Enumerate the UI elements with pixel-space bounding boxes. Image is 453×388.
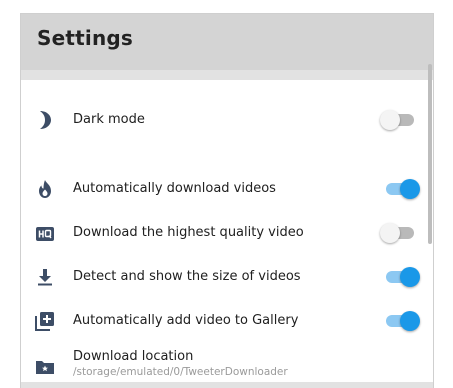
- toggle-thumb: [400, 311, 420, 331]
- app-bar: Settings: [21, 14, 433, 70]
- section-divider: [21, 70, 433, 80]
- dark-mode-toggle[interactable]: [380, 109, 420, 131]
- setting-label: Dark mode: [73, 112, 145, 127]
- toggle-thumb: [400, 179, 420, 199]
- toggle-thumb: [380, 223, 400, 243]
- page-title: Settings: [37, 26, 134, 50]
- setting-auto-download[interactable]: Automatically download videos: [21, 168, 433, 212]
- settings-list: Dark mode Automatically download videos: [21, 80, 433, 382]
- setting-add-to-gallery[interactable]: Automatically add video to Gallery: [21, 300, 433, 344]
- settings-panel: Settings Dark mode Automatically downloa…: [21, 14, 433, 388]
- setting-label: Detect and show the size of videos: [73, 269, 301, 284]
- highest-quality-toggle[interactable]: [380, 222, 420, 244]
- setting-dark-mode[interactable]: Dark mode: [21, 80, 433, 160]
- setting-highest-quality[interactable]: Download the highest quality video: [21, 212, 433, 256]
- flame-icon: [34, 178, 56, 200]
- toggle-thumb: [380, 110, 400, 130]
- add-to-gallery-toggle[interactable]: [380, 310, 420, 332]
- setting-download-location[interactable]: Download location /storage/emulated/0/Tw…: [21, 344, 433, 384]
- download-path: /storage/emulated/0/TweeterDownloader: [73, 366, 288, 378]
- setting-label: Download the highest quality video: [73, 225, 304, 240]
- detect-size-toggle[interactable]: [380, 266, 420, 288]
- setting-label: Automatically add video to Gallery: [73, 313, 299, 328]
- auto-download-toggle[interactable]: [380, 178, 420, 200]
- scrollbar[interactable]: [428, 64, 432, 244]
- download-arrow-icon: [34, 266, 56, 288]
- setting-label: Download location: [73, 349, 194, 364]
- toggle-thumb: [400, 267, 420, 287]
- folder-star-icon: [34, 356, 56, 378]
- setting-detect-size[interactable]: Detect and show the size of videos: [21, 256, 433, 300]
- add-to-library-icon: [34, 310, 56, 332]
- setting-label: Automatically download videos: [73, 181, 276, 196]
- hq-icon: [34, 223, 56, 245]
- moon-icon: [34, 109, 56, 131]
- bottom-divider: [21, 382, 433, 388]
